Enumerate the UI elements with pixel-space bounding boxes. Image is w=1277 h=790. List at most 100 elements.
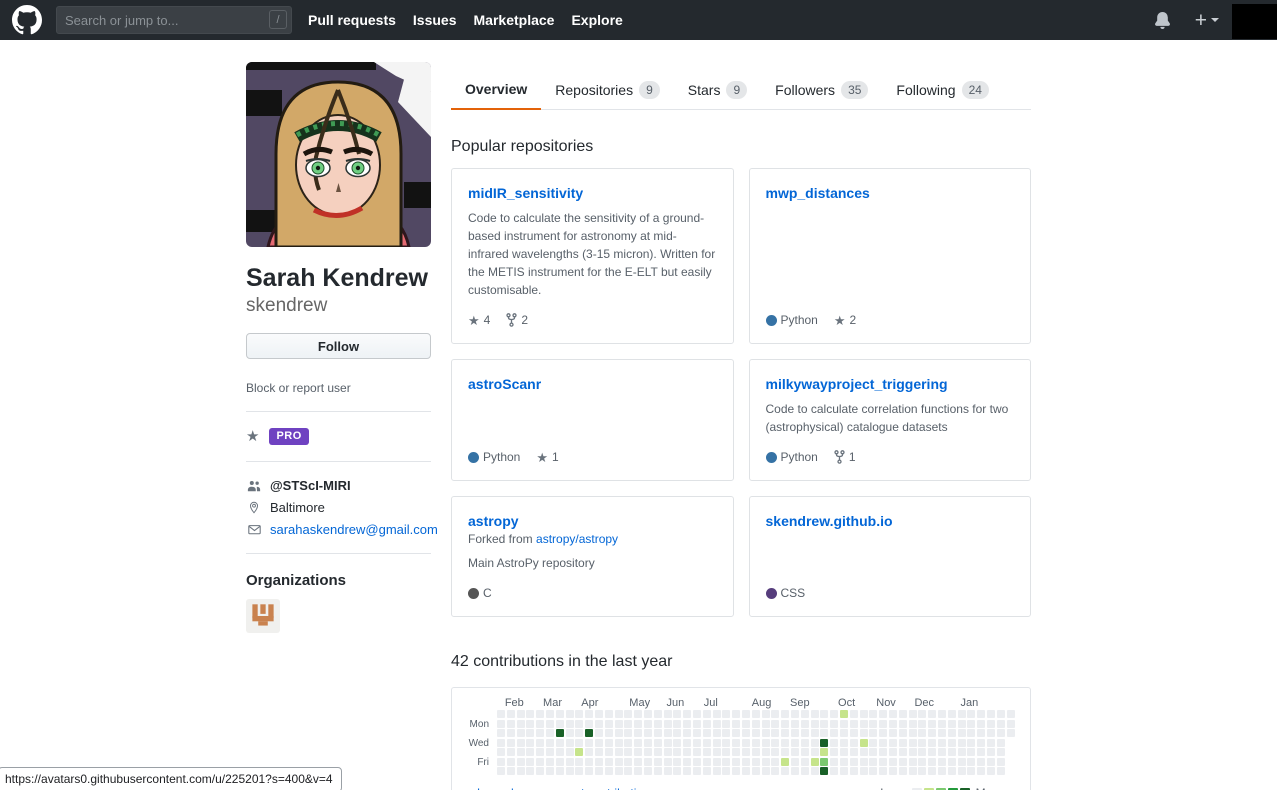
contribution-cell <box>908 757 917 766</box>
contribution-cell <box>928 767 937 775</box>
contribution-cell <box>604 738 613 747</box>
contribution-cell <box>565 729 574 737</box>
contribution-cell <box>938 710 946 718</box>
fork-icon <box>506 313 517 327</box>
notifications-bell-icon[interactable] <box>1154 11 1171 29</box>
star-count: 2 <box>849 313 857 327</box>
contribution-cell <box>634 719 643 728</box>
user-menu-avatar[interactable] <box>1232 4 1277 39</box>
repo-stars[interactable]: ★ 1 <box>536 450 558 464</box>
contribution-cell <box>595 710 603 718</box>
contribution-cell <box>859 719 868 728</box>
repo-language: CSS <box>765 586 805 600</box>
contribution-cell <box>791 719 799 728</box>
contribution-cell <box>957 767 966 775</box>
repo-card: milkywayproject_triggering Code to calcul… <box>748 359 1031 481</box>
contribution-cell <box>604 757 613 766</box>
tab-repositories[interactable]: Repositories 9 <box>541 72 674 110</box>
contribution-cell <box>987 767 995 775</box>
contribution-cell <box>751 748 760 756</box>
repo-stars[interactable]: ★ 4 <box>468 313 490 327</box>
contribution-cell <box>928 719 937 728</box>
forked-from-link[interactable]: astropy/astropy <box>536 532 618 546</box>
contribution-cell <box>614 729 623 737</box>
repo-link[interactable]: mwp_distances <box>766 185 1015 201</box>
repo-link[interactable]: astroScanr <box>468 376 717 392</box>
profile-avatar[interactable] <box>246 62 431 247</box>
learn-contributions-link[interactable]: Learn how we count contributions. <box>477 786 659 790</box>
repo-link[interactable]: astropy <box>468 513 717 529</box>
contribution-cell <box>938 719 946 728</box>
nav-pull-requests[interactable]: Pull requests <box>308 12 396 28</box>
contribution-cell <box>918 767 927 775</box>
nav-issues[interactable]: Issues <box>413 12 457 28</box>
block-report-link[interactable]: Block or report user <box>246 381 431 395</box>
contribution-cell <box>869 767 878 775</box>
organization-avatar[interactable] <box>246 599 280 633</box>
vcard-org-handle[interactable]: @STScI-MIRI <box>270 478 351 493</box>
repo-link[interactable]: milkywayproject_triggering <box>766 376 1015 392</box>
contribution-cell <box>908 748 917 756</box>
repo-stars[interactable]: ★ 2 <box>834 313 856 327</box>
tab-stars[interactable]: Stars 9 <box>674 72 761 110</box>
contribution-cell <box>742 767 750 775</box>
contribution-cell <box>585 757 594 766</box>
github-logo-icon[interactable] <box>12 5 42 35</box>
tab-overview[interactable]: Overview <box>451 72 542 110</box>
repo-link[interactable]: midIR_sensitivity <box>468 185 717 201</box>
contribution-cell <box>536 767 545 775</box>
contribution-cell <box>898 729 907 737</box>
search-input[interactable] <box>56 6 292 34</box>
contribution-cell <box>869 738 878 747</box>
contribution-cell <box>928 748 937 756</box>
sidebar-divider <box>246 411 431 412</box>
contribution-cell <box>624 710 633 718</box>
contribution-cell <box>673 748 682 756</box>
repo-language: C <box>468 586 492 600</box>
repo-description: Main AstroPy repository <box>468 556 595 570</box>
create-new-button[interactable]: + <box>1195 10 1219 31</box>
contribution-cell <box>820 767 829 775</box>
contribution-cell <box>683 738 692 747</box>
contribution-cell <box>732 710 741 718</box>
follow-button[interactable]: Follow <box>246 333 431 359</box>
contribution-cell <box>575 719 584 728</box>
contribution-cell <box>634 710 643 718</box>
contribution-cell <box>761 729 770 737</box>
contribution-cell <box>742 719 750 728</box>
contribution-cell <box>859 738 868 747</box>
contribution-cell <box>849 748 858 756</box>
contribution-cell <box>751 767 760 775</box>
repo-forks[interactable]: 1 <box>834 450 856 464</box>
contribution-cell <box>849 719 858 728</box>
contribution-cell <box>840 729 848 737</box>
nav-explore[interactable]: Explore <box>571 12 622 28</box>
contribution-cell <box>889 748 897 756</box>
contribution-cell <box>957 719 966 728</box>
tab-following[interactable]: Following 24 <box>882 72 1003 110</box>
contribution-cell <box>781 719 790 728</box>
contribution-cell <box>996 738 1005 747</box>
contribution-cell <box>928 738 937 747</box>
contribution-cell <box>840 719 848 728</box>
contribution-footer: Learn how we count contributions. Less M… <box>477 786 1006 790</box>
fork-count: 1 <box>848 450 856 464</box>
contribution-cell <box>673 757 682 766</box>
nav-marketplace[interactable]: Marketplace <box>474 12 555 28</box>
contribution-cell <box>1006 710 1015 718</box>
contribution-cell <box>830 748 839 756</box>
contribution-cell <box>889 738 897 747</box>
repo-forks[interactable]: 2 <box>506 313 528 327</box>
vcard-email-link[interactable]: sarahaskendrew@gmail.com <box>270 522 438 537</box>
sidebar-divider <box>246 461 431 462</box>
contribution-cell <box>771 738 780 747</box>
contribution-cell <box>644 748 652 756</box>
contribution-cell <box>644 738 652 747</box>
contribution-cell <box>546 767 554 775</box>
contribution-cell <box>800 729 809 737</box>
month-label: Jul <box>703 697 718 709</box>
repo-link[interactable]: skendrew.github.io <box>766 513 1015 529</box>
contribution-cell <box>781 729 790 737</box>
tab-followers[interactable]: Followers 35 <box>761 72 882 110</box>
contribution-cell <box>712 729 721 737</box>
